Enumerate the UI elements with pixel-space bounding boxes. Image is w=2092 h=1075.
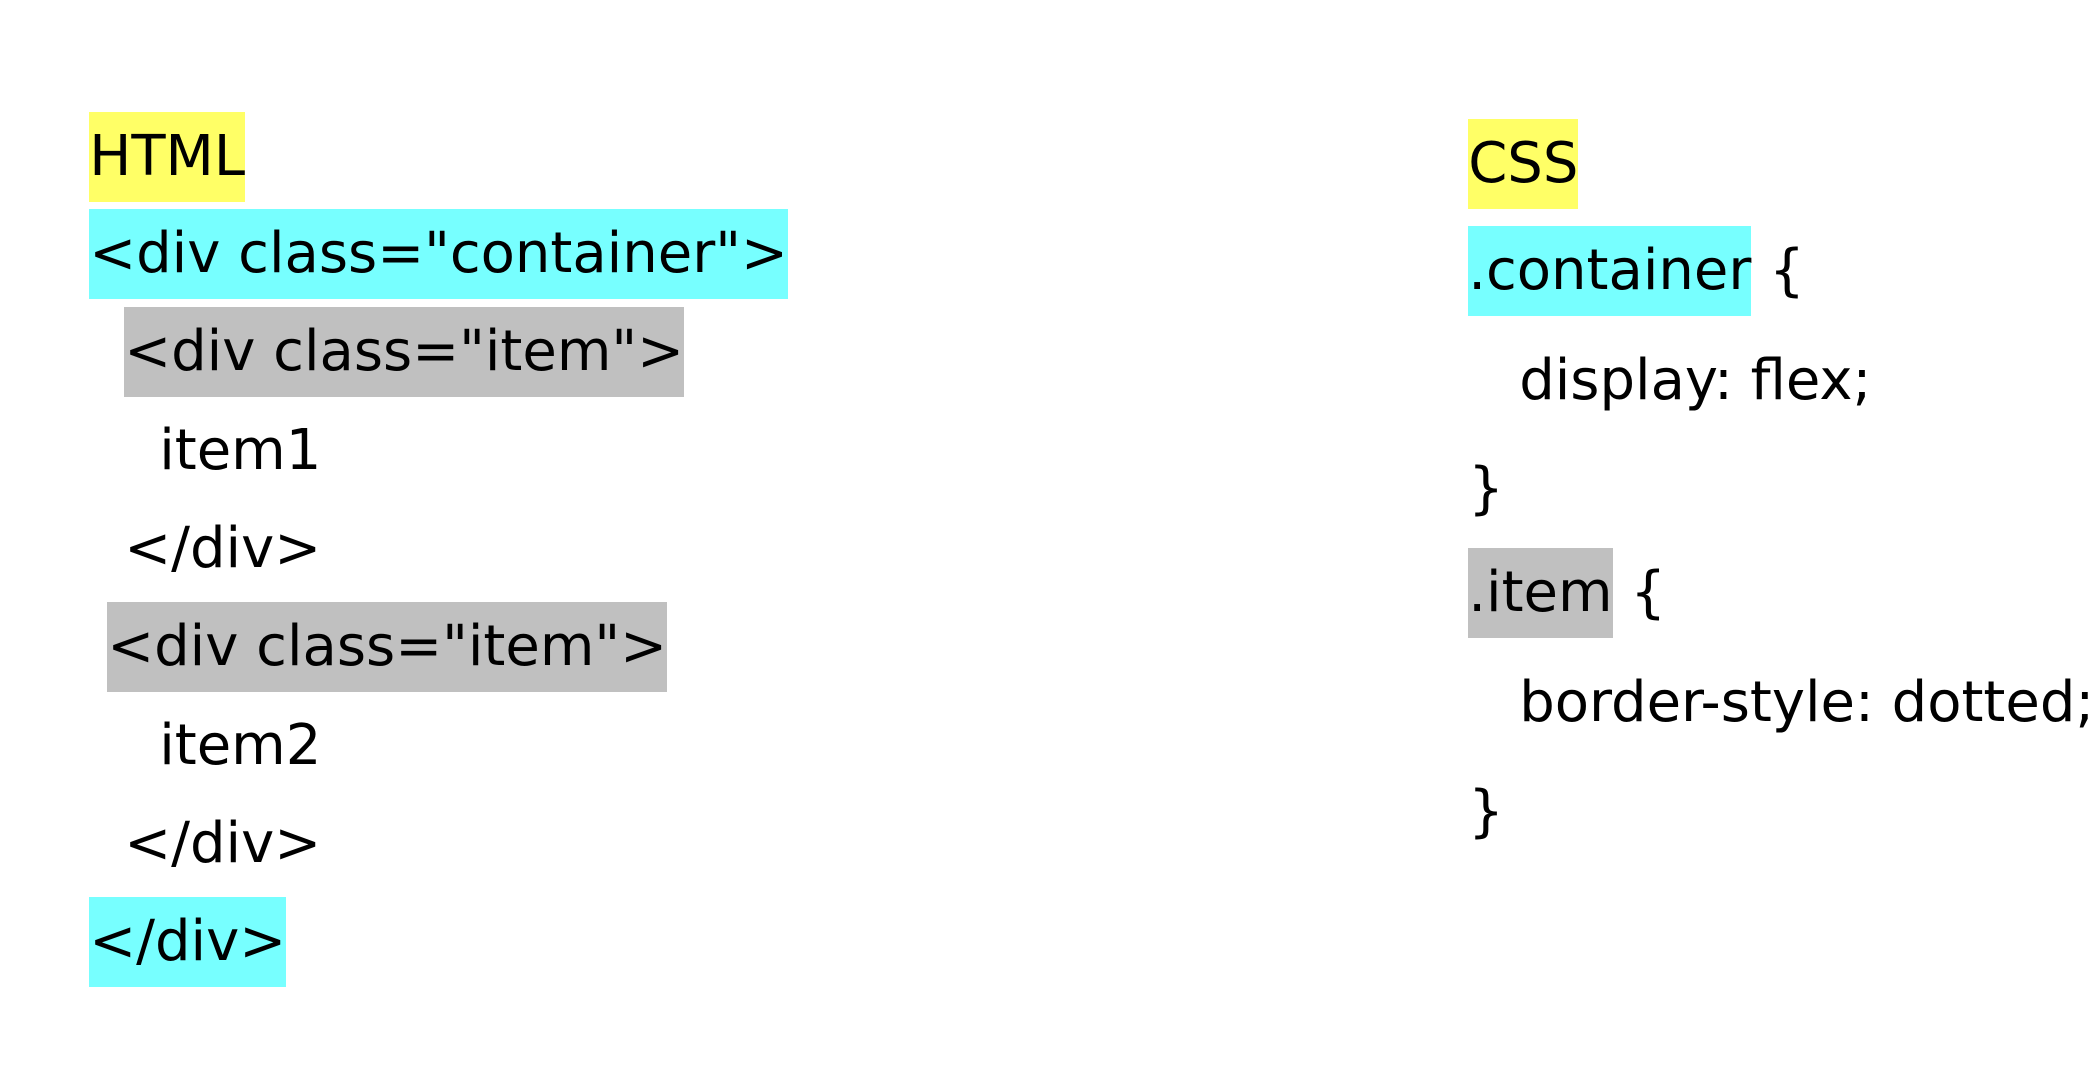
css-heading-line: CSS (1397, 31, 1579, 209)
css-item-rule-close: } (1397, 679, 1504, 844)
html-heading-line: HTML (18, 24, 246, 202)
css-container-rule-close: } (1397, 356, 1504, 521)
css-container-rule-open: .container { (1397, 138, 1805, 316)
display-flex-declaration: display: flex; (1519, 348, 1872, 413)
item-close-brace: } (1468, 779, 1504, 844)
html-code-line-item2-text: item2 (88, 613, 321, 778)
html-code-line-item1-text: item1 (88, 318, 321, 483)
container-close-tag: </div> (89, 897, 287, 987)
html-code-line-item1-open: <div class="item"> (53, 219, 685, 397)
border-style-declaration: border-style: dotted; (1519, 670, 2092, 735)
html-code-line-item1-close: </div> (53, 416, 321, 581)
html-code-line-item2-close: </div> (53, 711, 321, 876)
html-code-line-container-open: <div class="container"> (18, 121, 788, 299)
html-code-line-container-close: </div> (18, 809, 287, 987)
css-item-declaration: border-style: dotted; (1448, 570, 2092, 735)
css-item-rule-open: .item { (1397, 460, 1666, 638)
css-container-declaration: display: flex; (1448, 248, 1871, 413)
html-code-line-item2-open: <div class="item"> (36, 514, 668, 692)
